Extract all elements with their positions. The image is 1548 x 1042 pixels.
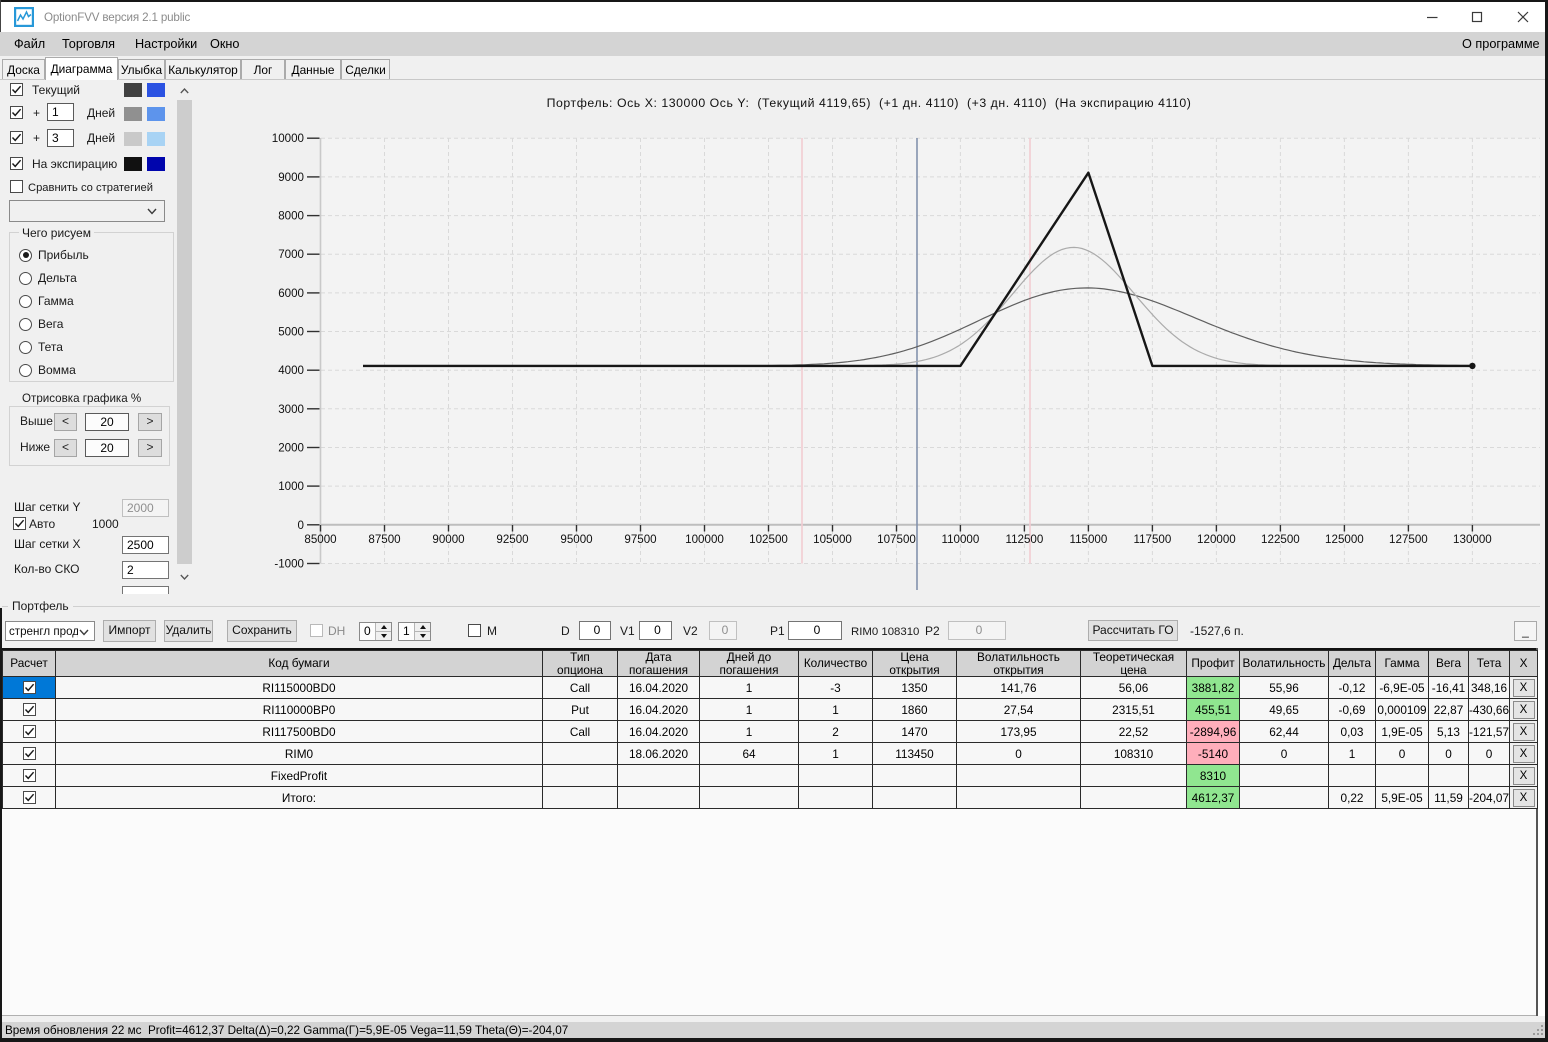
svg-text:100000: 100000 [685,533,724,546]
svg-text:9000: 9000 [278,171,304,184]
svg-text:112500: 112500 [1005,533,1043,546]
svg-text:115000: 115000 [1069,533,1107,546]
svg-text:125000: 125000 [1325,533,1364,546]
svg-text:7000: 7000 [278,248,304,261]
svg-text:105000: 105000 [813,533,852,546]
svg-text:87500: 87500 [368,533,400,546]
svg-text:85000: 85000 [304,533,336,546]
svg-text:0: 0 [298,519,304,532]
svg-text:10000: 10000 [272,132,304,145]
svg-text:120000: 120000 [1197,533,1236,546]
svg-text:8000: 8000 [278,210,304,223]
svg-text:117500: 117500 [1133,533,1171,546]
svg-text:-1000: -1000 [274,558,304,571]
svg-text:127500: 127500 [1389,533,1428,546]
svg-text:90000: 90000 [432,533,464,546]
svg-text:2000: 2000 [278,442,304,455]
svg-text:122500: 122500 [1261,533,1300,546]
svg-text:95000: 95000 [560,533,592,546]
svg-text:3000: 3000 [278,403,304,416]
svg-text:107500: 107500 [877,533,916,546]
svg-text:1000: 1000 [278,480,304,493]
svg-text:97500: 97500 [624,533,656,546]
svg-text:110000: 110000 [941,533,979,546]
svg-text:6000: 6000 [278,287,304,300]
svg-text:92500: 92500 [496,533,528,546]
svg-text:5000: 5000 [278,326,304,339]
svg-text:130000: 130000 [1453,533,1492,546]
svg-text:Портфель: Ось X: 130000 Ось Y:: Портфель: Ось X: 130000 Ось Y: (Текущий … [547,96,1192,110]
svg-text:4000: 4000 [278,364,304,377]
svg-text:102500: 102500 [749,533,788,546]
